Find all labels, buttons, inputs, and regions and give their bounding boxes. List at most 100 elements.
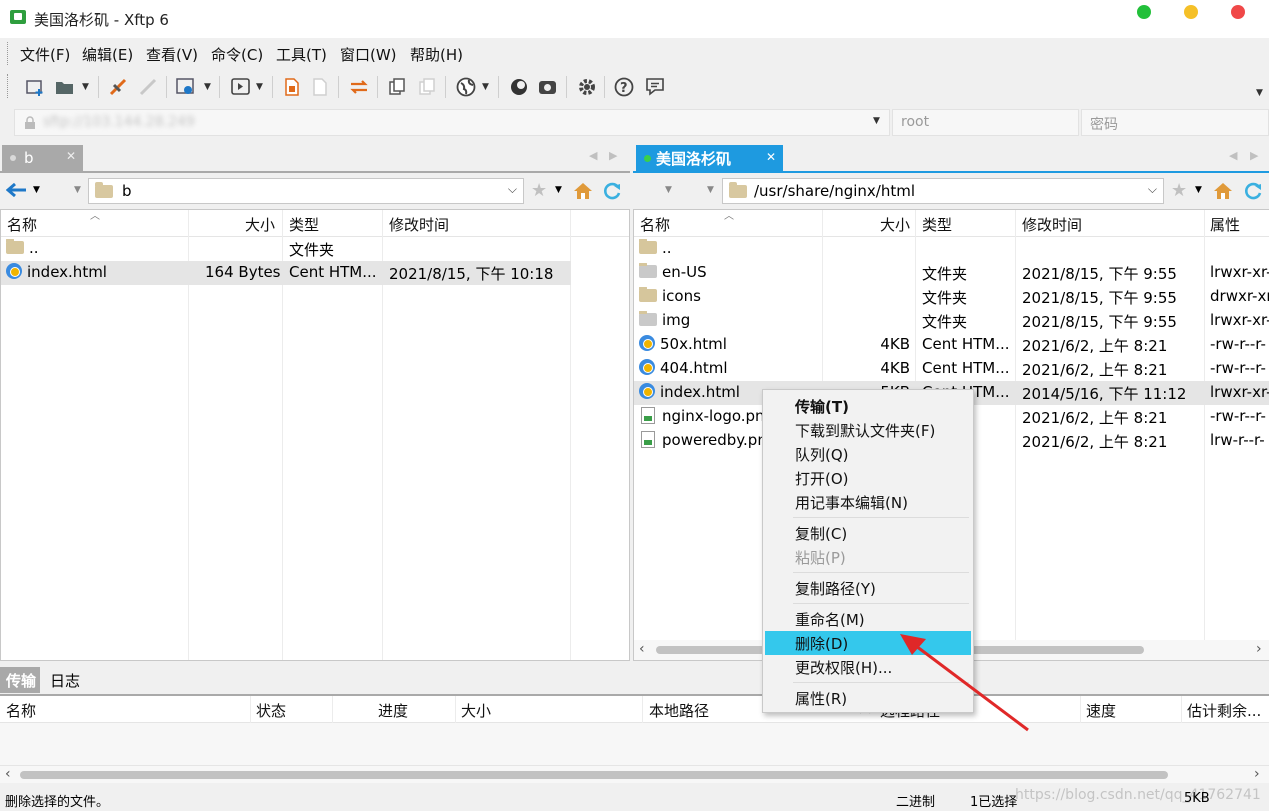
table-row-selected[interactable]: index.html 164 Bytes Cent HTM... 2021/8/… (1, 261, 571, 285)
chevron-down-icon[interactable]: ⌵ (1148, 182, 1157, 197)
tab-transfer[interactable]: 传输 (0, 667, 40, 693)
connect-icon[interactable] (106, 75, 130, 99)
menu-view[interactable]: 查看(V) (146, 44, 198, 65)
session-settings-icon[interactable] (174, 75, 198, 99)
col-type-header[interactable]: 类型 (922, 214, 952, 235)
scroll-right-icon[interactable]: › (1256, 641, 1262, 657)
folder-icon (95, 181, 113, 198)
globe-icon[interactable] (454, 75, 478, 99)
forward-dropdown-icon[interactable]: ▼ (707, 185, 714, 195)
menu-item-edit-notepad[interactable]: 用记事本编辑(N) (765, 490, 971, 514)
menu-file[interactable]: 文件(F) (20, 44, 70, 65)
copy-icon[interactable] (385, 75, 409, 99)
col-modified-header[interactable]: 修改时间 (389, 214, 449, 235)
table-row[interactable]: 50x.html 4KB Cent HTM... 2021/6/2, 上午 8:21-… (634, 333, 1269, 357)
password-field[interactable]: 密码 (1081, 109, 1269, 136)
star-icon[interactable]: ★ (531, 180, 547, 201)
globe-dropdown-icon[interactable]: ▼ (482, 82, 489, 92)
gear-icon[interactable] (575, 75, 599, 99)
col-name-header[interactable]: 名称 (7, 214, 37, 235)
open-dropdown-icon[interactable]: ▼ (82, 82, 89, 92)
help-icon[interactable]: ? (612, 75, 636, 99)
xfer-col-eta[interactable]: 估计剩余... (1187, 700, 1261, 721)
back-dropdown-icon[interactable]: ▼ (665, 185, 672, 195)
terminal-dropdown-icon[interactable]: ▼ (256, 82, 263, 92)
menu-help[interactable]: 帮助(H) (410, 44, 463, 65)
xfer-col-local-path[interactable]: 本地路径 (649, 700, 709, 721)
col-name-header[interactable]: 名称 (640, 214, 670, 235)
home-icon[interactable] (1213, 182, 1233, 200)
scroll-right-icon[interactable]: › (1254, 766, 1260, 782)
refresh-icon[interactable] (1243, 181, 1263, 201)
col-modified-header[interactable]: 修改时间 (1022, 214, 1082, 235)
transfer-icon[interactable] (347, 75, 371, 99)
back-arrow-icon[interactable] (6, 183, 28, 197)
left-path-input[interactable]: b ⌵ (88, 178, 524, 204)
transfer-h-scrollbar[interactable]: ‹ › (0, 765, 1269, 783)
star-icon[interactable]: ★ (1171, 180, 1187, 201)
tab-scroll-right-icon[interactable]: ▶ (609, 149, 617, 162)
xfer-col-progress[interactable]: 进度 (378, 700, 408, 721)
scroll-left-icon[interactable]: ‹ (5, 766, 11, 782)
menu-item-transfer[interactable]: 传输(T) (765, 394, 971, 418)
xfer-col-status[interactable]: 状态 (256, 700, 286, 721)
xshell-icon[interactable] (507, 75, 531, 99)
menu-item-copy-path[interactable]: 复制路径(Y) (765, 576, 971, 600)
tab-scroll-right-icon[interactable]: ▶ (1250, 149, 1258, 162)
menu-edit[interactable]: 编辑(E) (82, 44, 133, 65)
toolbar-overflow-icon[interactable]: ▼ (1256, 88, 1263, 98)
maximize-button[interactable] (1184, 5, 1198, 19)
scroll-left-icon[interactable]: ‹ (639, 641, 645, 657)
tab-scroll-left-icon[interactable]: ◀ (1229, 149, 1237, 162)
menu-item-copy[interactable]: 复制(C) (765, 521, 971, 545)
open-folder-icon[interactable] (53, 75, 77, 99)
table-row[interactable]: en-US 文件夹 2021/8/15, 下午 9:55 lrwxr-xr- (634, 261, 1269, 285)
settings-dropdown-icon[interactable]: ▼ (204, 82, 211, 92)
menu-item-download-default[interactable]: 下载到默认文件夹(F) (765, 418, 971, 442)
menu-tools[interactable]: 工具(T) (276, 44, 327, 65)
xfer-col-speed[interactable]: 速度 (1086, 700, 1116, 721)
tab-local-b[interactable]: b ✕ (2, 145, 83, 171)
right-path-input[interactable]: /usr/share/nginx/html ⌵ (722, 178, 1164, 204)
scroll-thumb[interactable] (20, 771, 1168, 779)
capture-icon[interactable] (536, 75, 560, 99)
tab-log[interactable]: 日志 (50, 670, 80, 691)
table-row[interactable]: .. 文件夹 (1, 237, 629, 261)
xfer-col-size[interactable]: 大小 (461, 700, 491, 721)
username-field[interactable]: root (892, 109, 1079, 136)
forward-dropdown-icon[interactable]: ▼ (74, 185, 81, 195)
table-row[interactable]: 404.html 4KB Cent HTM... 2021/6/2, 上午 8:21-… (634, 357, 1269, 381)
new-file-icon[interactable] (280, 75, 304, 99)
table-row[interactable]: img 文件夹 2021/8/15, 下午 9:55 lrwxr-xr- (634, 309, 1269, 333)
xfer-col-name[interactable]: 名称 (6, 700, 36, 721)
favorites-dropdown-icon[interactable]: ▼ (555, 185, 562, 195)
refresh-icon[interactable] (602, 181, 622, 201)
menu-window[interactable]: 窗口(W) (340, 44, 397, 65)
tab-remote-la[interactable]: 美国洛杉矶 ✕ (636, 145, 783, 171)
host-field[interactable]: sftp://103.144.28.249 ▼ (14, 109, 890, 136)
favorites-dropdown-icon[interactable]: ▼ (1195, 185, 1202, 195)
col-attributes-header[interactable]: 属性 (1210, 214, 1240, 235)
close-icon[interactable]: ✕ (66, 149, 76, 163)
home-icon[interactable] (573, 182, 593, 200)
tab-scroll-left-icon[interactable]: ◀ (589, 149, 597, 162)
menu-item-open[interactable]: 打开(O) (765, 466, 971, 490)
table-row[interactable]: .. (634, 237, 1269, 261)
feedback-icon[interactable] (643, 75, 667, 99)
col-type-header[interactable]: 类型 (289, 214, 319, 235)
new-session-icon[interactable] (23, 75, 47, 99)
col-size-header[interactable]: 大小 (880, 214, 910, 235)
table-row[interactable]: icons 文件夹 2021/8/15, 下午 9:55 drwxr-xr (634, 285, 1269, 309)
minimize-button[interactable] (1137, 5, 1151, 19)
close-icon[interactable]: ✕ (766, 150, 776, 164)
close-window-button[interactable] (1231, 5, 1245, 19)
terminal-icon[interactable] (229, 75, 253, 99)
menu-item-queue[interactable]: 队列(Q) (765, 442, 971, 466)
watermark: https://blog.csdn.net/qq_41762741 (1015, 787, 1261, 803)
back-dropdown-icon[interactable]: ▼ (33, 185, 40, 195)
transfer-mode[interactable]: 二进制 (896, 791, 935, 810)
host-dropdown-icon[interactable]: ▼ (873, 116, 880, 126)
menu-command[interactable]: 命令(C) (211, 44, 263, 65)
col-size-header[interactable]: 大小 (245, 214, 275, 235)
chevron-down-icon[interactable]: ⌵ (508, 182, 517, 197)
